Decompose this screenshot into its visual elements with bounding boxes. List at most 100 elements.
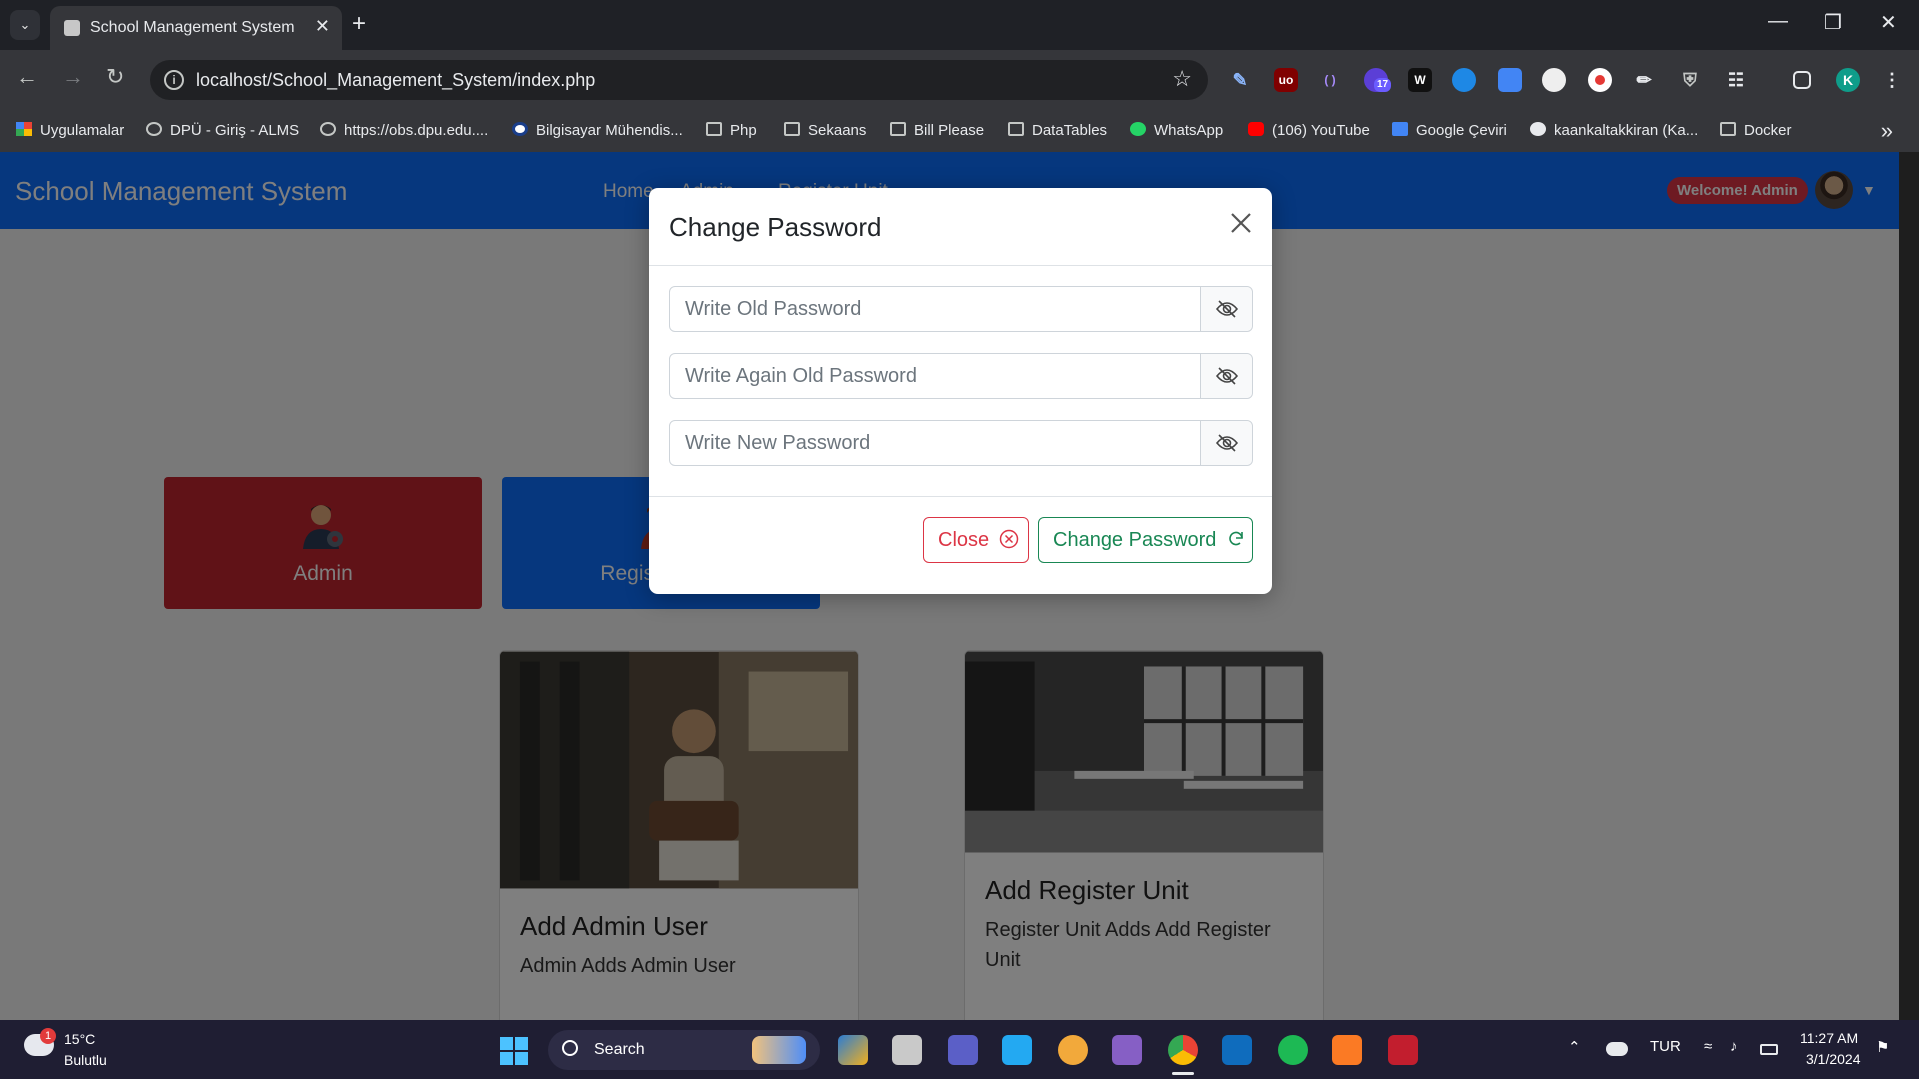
onedrive-cloud-icon[interactable] [1606, 1042, 1628, 1056]
taskbar-search[interactable]: Search [548, 1030, 820, 1070]
window-close-icon[interactable]: ✕ [1880, 10, 1897, 35]
bookmark-bilgisayar[interactable]: Bilgisayar Mühendis... [512, 122, 683, 139]
taskbar-teams-icon[interactable] [948, 1035, 978, 1065]
browser-toolbar: ← → ↻ i localhost/School_Management_Syst… [0, 50, 1919, 158]
bookmark-label: Bilgisayar Mühendis... [536, 122, 683, 139]
extension-w-icon[interactable]: W [1408, 68, 1432, 92]
bookmark-label: Sekaans [808, 122, 867, 139]
extension-pen-icon[interactable]: ✎ [1228, 68, 1252, 92]
modal-footer: Close Change Password [649, 496, 1272, 594]
volume-icon[interactable]: ♪ [1730, 1038, 1738, 1055]
taskbar-postman-icon[interactable] [1058, 1035, 1088, 1065]
bookmark-docker[interactable]: Docker [1720, 122, 1792, 139]
taskbar-file-explorer-icon[interactable] [892, 1035, 922, 1065]
taskbar-app-red-icon[interactable] [1388, 1035, 1418, 1065]
address-url[interactable]: localhost/School_Management_System/index… [196, 70, 595, 91]
back-arrow-icon[interactable]: ← [16, 64, 38, 90]
folder-icon [784, 122, 800, 136]
old-password-input[interactable] [670, 287, 1200, 331]
taskbar-chrome-icon[interactable] [1168, 1035, 1198, 1065]
address-bar[interactable]: i localhost/School_Management_System/ind… [150, 60, 1208, 100]
change-password-button[interactable]: Change Password [1038, 517, 1253, 563]
extension-shield-icon[interactable]: ⛨ [1678, 68, 1702, 92]
reload-icon[interactable]: ↻ [106, 64, 124, 90]
bookmark-whatsapp[interactable]: WhatsApp [1130, 122, 1223, 139]
bookmarks-overflow-icon[interactable]: » [1881, 118, 1893, 144]
bookmark-star-icon[interactable]: ☆ [1172, 66, 1192, 92]
bookmark-label: kaankaltakkiran (Ka... [1554, 122, 1699, 139]
eye-slash-icon [1216, 434, 1238, 452]
apps-grid-icon [16, 122, 32, 136]
taskbar-app-powerbi-icon[interactable] [838, 1035, 868, 1065]
battery-icon[interactable] [1760, 1044, 1778, 1055]
close-button[interactable]: Close [923, 517, 1029, 563]
weather-description[interactable]: Bulutlu [64, 1052, 107, 1068]
side-panel-icon[interactable] [1793, 71, 1811, 89]
restore-icon[interactable]: ❐ [1824, 10, 1842, 35]
tab-search-chevron-icon[interactable]: ⌄ [10, 10, 40, 40]
browser-menu-icon[interactable]: ⋮ [1880, 68, 1904, 92]
extension-brackets-icon[interactable]: ( ) [1318, 68, 1342, 92]
bookmark-label: Bill Please [914, 122, 985, 139]
taskbar-vscode-icon[interactable] [1002, 1035, 1032, 1065]
bookmark-bill-please[interactable]: Bill Please [890, 122, 984, 139]
confirm-old-password-input[interactable] [670, 354, 1200, 398]
bookmark-datatables[interactable]: DataTables [1008, 122, 1107, 139]
toggle-visibility-button[interactable] [1200, 354, 1252, 398]
toggle-visibility-button[interactable] [1200, 421, 1252, 465]
modal-title: Change Password [669, 212, 882, 242]
extension-ublock-icon[interactable]: uo [1274, 68, 1298, 92]
extension-docs-icon[interactable] [1498, 68, 1522, 92]
site-info-icon[interactable]: i [164, 70, 184, 90]
browser-tab-active[interactable]: School Management System ✕ [50, 6, 342, 50]
forward-arrow-icon[interactable]: → [62, 64, 84, 90]
bookmarks-bar: Uygulamalar DPÜ - Giriş - ALMS https://o… [0, 112, 1919, 154]
notification-bell-icon[interactable]: ⚑ [1876, 1038, 1889, 1056]
clock-date[interactable]: 3/1/2024 [1806, 1051, 1861, 1067]
tray-chevron-up-icon[interactable]: ⌃ [1568, 1038, 1581, 1056]
extension-record-icon[interactable] [1588, 68, 1612, 92]
modal-close-icon[interactable] [1226, 208, 1256, 238]
new-password-input[interactable] [670, 421, 1200, 465]
wifi-icon[interactable]: ≈ [1704, 1038, 1712, 1055]
extension-circle-icon[interactable] [1542, 68, 1566, 92]
bookmark-label: https://obs.dpu.edu.... [344, 122, 489, 139]
bookmark-apps[interactable]: Uygulamalar [16, 122, 124, 139]
refresh-icon [1229, 531, 1243, 546]
search-icon [562, 1040, 578, 1056]
weather-temperature[interactable]: 15°C [64, 1031, 95, 1047]
weather-badge: 1 [40, 1028, 56, 1044]
bookmark-label: DPÜ - Giriş - ALMS [170, 122, 300, 139]
taskbar-spotify-icon[interactable] [1278, 1035, 1308, 1065]
new-password-group [669, 420, 1253, 466]
extension-dropper-icon[interactable]: ✏ [1632, 68, 1656, 92]
bookmark-label: Docker [1744, 122, 1792, 139]
clock-time[interactable]: 11:27 AM [1800, 1030, 1858, 1046]
windows-start-icon[interactable] [500, 1037, 528, 1065]
bookmark-dpu-alms[interactable]: DPÜ - Giriş - ALMS [146, 122, 299, 139]
toggle-visibility-button[interactable] [1200, 287, 1252, 331]
tab-title: School Management System [90, 19, 295, 36]
modal-header: Change Password [649, 188, 1272, 266]
bookmark-github[interactable]: kaankaltakkiran (Ka... [1530, 122, 1698, 139]
new-tab-plus-icon[interactable]: + [352, 11, 366, 37]
profile-avatar[interactable]: K [1836, 68, 1860, 92]
minimize-icon[interactable]: — [1768, 10, 1788, 33]
confirm-old-password-group [669, 353, 1253, 399]
extensions-puzzle-icon[interactable]: ☷ [1724, 68, 1748, 92]
taskbar-mail-icon[interactable] [1222, 1035, 1252, 1065]
bookmark-obs[interactable]: https://obs.dpu.edu.... [320, 122, 488, 139]
language-indicator[interactable]: TUR [1650, 1038, 1681, 1055]
bookmark-google-ceviri[interactable]: Google Çeviri [1392, 122, 1507, 139]
taskbar-xampp-icon[interactable] [1332, 1035, 1362, 1065]
extension-edge-icon[interactable] [1452, 68, 1476, 92]
bookmark-sekaans[interactable]: Sekaans [784, 122, 866, 139]
taskbar-visual-studio-icon[interactable] [1112, 1035, 1142, 1065]
bookmark-youtube[interactable]: (106) YouTube [1248, 122, 1370, 139]
github-icon [1530, 122, 1546, 136]
extension-badge-icon[interactable]: 17 [1364, 68, 1392, 92]
tab-close-icon[interactable]: ✕ [315, 16, 330, 37]
bookmark-label: Php [730, 122, 757, 139]
youtube-icon [1248, 122, 1264, 136]
bookmark-php[interactable]: Php [706, 122, 757, 139]
